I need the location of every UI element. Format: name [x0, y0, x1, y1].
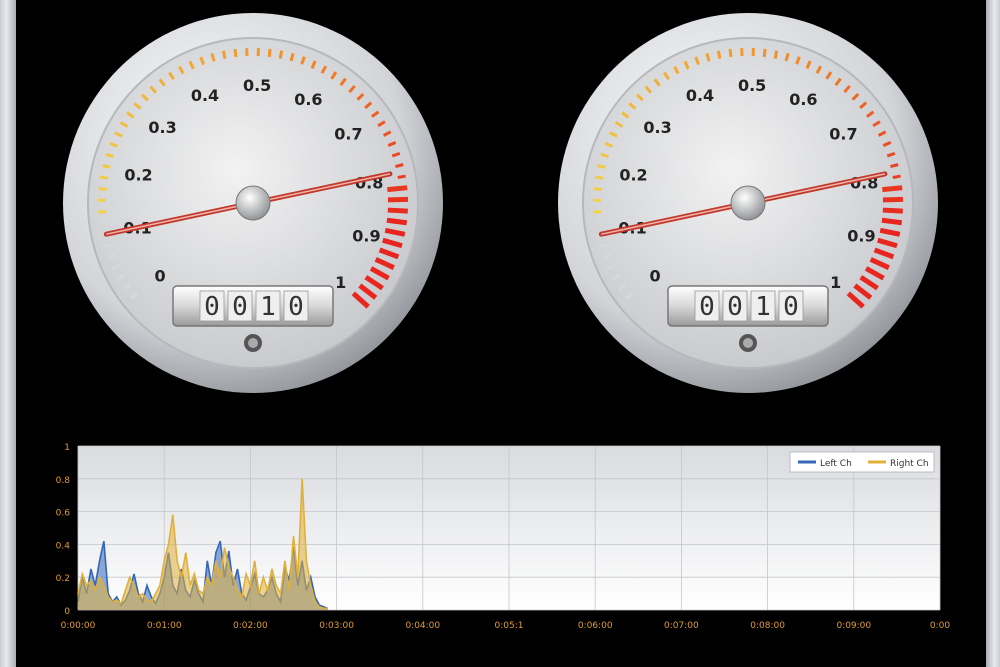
gauge-dial-label: 0 [649, 267, 660, 286]
gauge-scale-tick [99, 221, 108, 226]
gauge-dial-label: 0.6 [294, 90, 322, 109]
gauge-needle-hub [730, 185, 766, 221]
gauge-scale-tick [99, 175, 109, 180]
left-gauge-svg: 00.10.20.30.40.50.60.70.80.910010 [63, 13, 443, 393]
right-gauge-svg: 00.10.20.30.40.50.60.70.80.910010 [558, 13, 938, 393]
chart-svg: 0 0.2 0.4 0.6 0.8 1 0:00:00 0:01:00 0:02:00 0:03:… [56, 443, 951, 631]
gauge-counter-digit: 0 [232, 292, 248, 322]
gauge-scale-tick [882, 185, 903, 193]
gauge-counter-box [172, 285, 334, 327]
chart-y-tick-label: 0.2 [56, 574, 70, 584]
gauge-dial-label: 0.5 [738, 76, 766, 95]
chart-x-tick-label: 0:03:00 [319, 621, 354, 631]
chart-y-tick-label: 1 [64, 443, 70, 453]
chart-y-tick-label: 0.4 [56, 541, 71, 551]
gauge-scale-tick [289, 52, 295, 62]
level-history-chart: 0 0.2 0.4 0.6 0.8 1 0:00:00 0:01:00 0:02:00 0:03:… [40, 438, 970, 648]
gauge-counter-digit: 0 [288, 292, 304, 322]
gauge-scale-tick [762, 48, 767, 58]
gauge-counter-digit: 0 [699, 292, 715, 322]
gauge-scale-tick [773, 50, 779, 59]
gauge-dial-label: 0.2 [619, 165, 647, 184]
gauge-scale-tick [892, 174, 901, 179]
chart-x-tick-label: 0:08:00 [750, 621, 785, 631]
gauge-scale-tick [705, 53, 711, 62]
gauge-scale-tick [594, 175, 604, 180]
chart-y-tick-label: 0.6 [56, 509, 71, 519]
gauge-scale-tick [267, 48, 272, 58]
chart-x-tick-label: 0:02:00 [233, 621, 268, 631]
gauge-counter-digit: 1 [755, 292, 771, 322]
gauge-reset-knob-center [743, 338, 753, 348]
chart-x-tick-label: 0:04:00 [405, 621, 440, 631]
gauge-scale-tick [594, 221, 603, 226]
chart-y-tick-label: 0 [64, 607, 70, 617]
gauge-scale-tick [593, 187, 602, 191]
gauge-counter-digit: 0 [204, 292, 220, 322]
left-channel-gauge: 00.10.20.30.40.50.60.70.80.910010 [58, 8, 448, 398]
gauge-scale-tick [278, 50, 284, 59]
window-frame-left [0, 0, 16, 667]
gauge-scale-tick [890, 163, 899, 169]
gauge-scale-tick [784, 52, 790, 62]
gauge-counter-digit: 0 [727, 292, 743, 322]
gauge-dial-label: 0.6 [789, 90, 817, 109]
gauge-dial-label: 0.4 [191, 86, 219, 105]
chart-x-tick-label: 0:00:00 [61, 621, 96, 631]
gauge-scale-tick [102, 164, 111, 169]
gauge-scale-tick [728, 48, 733, 58]
gauge-scale-tick [387, 185, 408, 193]
gauge-dial-label: 0 [154, 267, 165, 286]
gauge-scale-tick [386, 217, 408, 226]
window-frame-right [986, 0, 1000, 667]
gauge-scale-tick [210, 53, 216, 62]
chart-y-tick-label: 0.8 [56, 476, 71, 486]
gauge-counter-box [667, 285, 829, 327]
gauge-scale-tick [597, 164, 606, 169]
chart-x-tick-label: 0:06:00 [578, 621, 613, 631]
gauge-counter-digit: 1 [260, 292, 276, 322]
gauge-needle-hub [235, 185, 271, 221]
gauge-scale-tick [98, 187, 107, 191]
gauge-dial-label: 0.7 [829, 125, 857, 144]
gauge-scale-tick [233, 48, 238, 58]
gauge-scale-tick [881, 217, 903, 226]
chart-x-tick-label: 0:00 [930, 621, 950, 631]
gauge-dial-label: 0.9 [352, 227, 380, 246]
gauge-reset-knob-center [248, 338, 258, 348]
chart-x-tick-label: 0:05:1 [495, 621, 524, 631]
gauge-scale-tick [882, 207, 903, 214]
chart-legend-label: Left Ch [820, 459, 852, 469]
gauge-dial-label: 1 [335, 273, 346, 292]
chart-legend-label: Right Ch [890, 459, 929, 469]
gauge-counter-digit: 0 [783, 292, 799, 322]
gauge-dial-label: 0.3 [148, 118, 176, 137]
right-channel-gauge: 00.10.20.30.40.50.60.70.80.910010 [553, 8, 943, 398]
gauge-scale-tick [397, 174, 406, 179]
gauge-dial-label: 0.3 [643, 118, 671, 137]
gauge-scale-tick [395, 163, 404, 169]
chart-x-tick-label: 0:07:00 [664, 621, 699, 631]
gauge-dial-label: 0.7 [334, 125, 362, 144]
gauge-dial-label: 1 [830, 273, 841, 292]
gauge-scale-tick [716, 50, 722, 59]
gauge-dial-label: 0.9 [847, 227, 875, 246]
gauge-scale-tick [387, 207, 408, 214]
gauge-dial-label: 0.4 [686, 86, 714, 105]
gauge-scale-tick [221, 50, 227, 59]
gauge-dial-label: 0.2 [124, 165, 152, 184]
gauge-dial-label: 0.5 [243, 76, 271, 95]
chart-x-tick-label: 0:09:00 [836, 621, 871, 631]
chart-x-tick-label: 0:01:00 [147, 621, 182, 631]
